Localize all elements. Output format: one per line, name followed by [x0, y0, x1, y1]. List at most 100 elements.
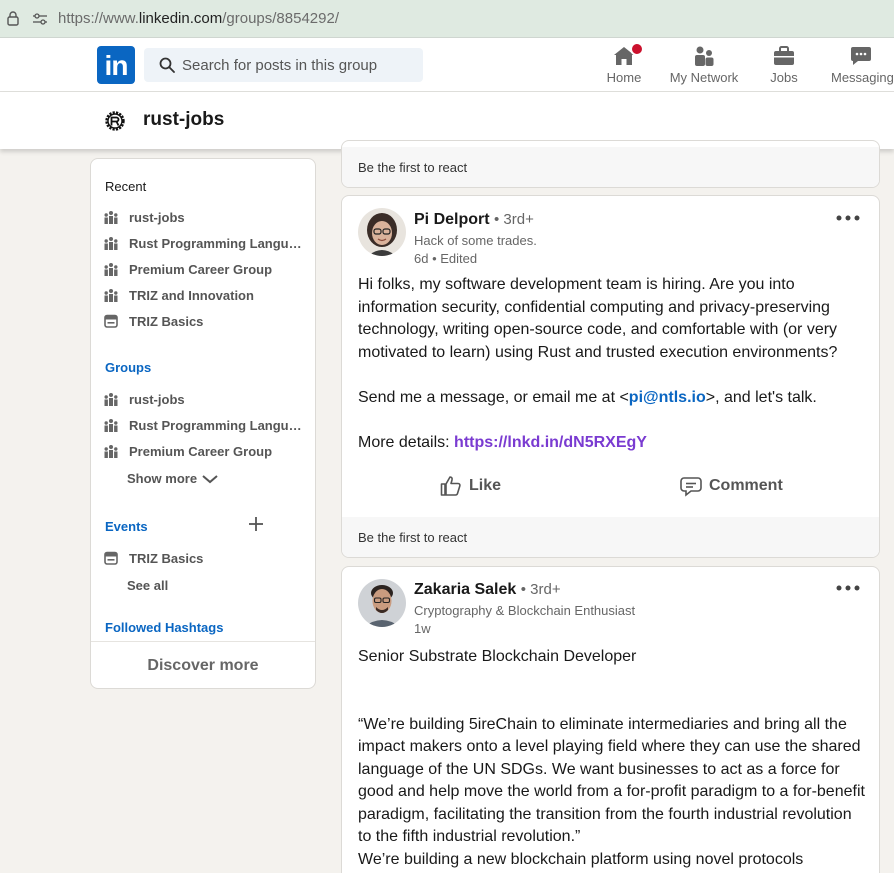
group-item-label: Premium Career Group	[129, 443, 273, 459]
author-name[interactable]: Zakaria Salek	[414, 581, 516, 598]
calendar-icon	[104, 314, 118, 328]
like-icon	[440, 476, 461, 496]
more-options-icon[interactable]	[835, 583, 861, 593]
nav-messaging-label: Messaging	[831, 70, 894, 85]
search-box[interactable]	[144, 48, 423, 82]
show-more-label: Show more	[127, 471, 198, 486]
author-name[interactable]: Pi Delport	[414, 211, 490, 228]
url-text[interactable]: https://www.linkedin.com/groups/8854292/	[58, 10, 339, 27]
comment-label: Comment	[709, 477, 783, 494]
event-item-label: TRIZ Basics	[129, 550, 204, 566]
divider	[91, 641, 315, 642]
notification-badge	[630, 42, 644, 56]
connection-degree: • 3rd+	[494, 211, 534, 228]
post-meta: 6d • Edited	[414, 251, 478, 266]
like-button[interactable]: Like	[439, 474, 501, 498]
post-paragraph: Senior Substrate Blockchain Developer	[358, 648, 637, 665]
nav-home-label: Home	[606, 70, 642, 85]
author-photo	[358, 208, 406, 256]
react-bar: Be the first to react	[342, 147, 879, 187]
nav-my-network-label: My Network	[669, 70, 739, 85]
post-paragraph: “We’re building 5ireChain to eliminate i…	[358, 715, 865, 846]
browser-url-bar[interactable]: https://www.linkedin.com/groups/8854292/	[0, 0, 894, 38]
nav-my-network[interactable]: My Network	[662, 42, 746, 90]
post-text: Send me a message, or email me at <	[358, 388, 629, 406]
sidebar: Recent rust-jobs Rust Programming Langua…	[90, 158, 316, 689]
group-name[interactable]: rust-jobs	[143, 109, 224, 131]
author-headline: Hack of some trades.	[414, 233, 537, 248]
more-options-icon[interactable]	[835, 213, 861, 223]
group-icon	[104, 263, 118, 276]
calendar-icon	[104, 551, 118, 565]
linkedin-logo[interactable]: in	[97, 46, 135, 84]
reactions-summary[interactable]: Be the first to react	[358, 160, 467, 175]
search-icon	[159, 57, 175, 73]
group-item-label: Rust Programming Language	[129, 417, 304, 433]
discover-more-button[interactable]: Discover more	[91, 657, 315, 675]
author-photo	[358, 579, 406, 627]
comment-icon	[680, 477, 702, 497]
recent-item[interactable]: rust-jobs	[104, 206, 304, 228]
post-card: Zakaria Salek • 3rd+ Cryptography & Bloc…	[341, 566, 880, 873]
show-more-button[interactable]: Show more	[127, 471, 219, 486]
recent-item-label: Rust Programming Language	[129, 235, 304, 251]
details-link[interactable]: https://lnkd.in/dN5RXEgY	[454, 434, 647, 451]
comment-button[interactable]: Comment	[679, 474, 783, 498]
recent-item-label: Premium Career Group	[129, 261, 273, 277]
events-heading[interactable]: Events	[105, 519, 148, 534]
recent-item[interactable]: TRIZ Basics	[104, 310, 304, 332]
post-card-previous: Be the first to react	[341, 140, 880, 188]
recent-item-label: TRIZ and Innovation	[129, 287, 254, 303]
email-link[interactable]: pi@ntls.io	[629, 389, 706, 406]
post-card: Pi Delport • 3rd+ Hack of some trades. 6…	[341, 195, 880, 558]
nav-jobs[interactable]: Jobs	[760, 42, 808, 90]
search-input[interactable]	[182, 48, 417, 82]
react-bar: Be the first to react	[342, 517, 879, 557]
briefcase-icon	[774, 46, 794, 65]
post-text: More details:	[358, 433, 455, 451]
nav-messaging[interactable]: Messaging	[828, 42, 894, 90]
plus-icon[interactable]	[247, 515, 265, 533]
post-body: Senior Substrate Blockchain Developer “W…	[358, 646, 868, 871]
group-icon	[104, 289, 118, 302]
network-icon	[695, 46, 714, 66]
followed-hashtags-heading[interactable]: Followed Hashtags	[105, 620, 223, 635]
like-label: Like	[469, 477, 502, 494]
group-icon	[104, 237, 118, 250]
recent-item[interactable]: TRIZ and Innovation	[104, 284, 304, 306]
nav-home[interactable]: Home	[600, 42, 648, 90]
post-paragraph: We’re building a new blockchain platform…	[358, 850, 804, 868]
post-text: >, and let's talk.	[705, 388, 817, 406]
recent-item-label: TRIZ Basics	[129, 313, 204, 329]
post-author[interactable]: Zakaria Salek • 3rd+	[414, 581, 561, 599]
avatar[interactable]	[358, 579, 406, 627]
groups-heading[interactable]: Groups	[105, 360, 151, 375]
avatar[interactable]	[358, 208, 406, 256]
nav-jobs-label: Jobs	[770, 70, 798, 85]
see-all-link[interactable]: See all	[127, 578, 168, 593]
group-icon	[104, 419, 118, 432]
group-icon	[104, 211, 118, 224]
page-settings-icon[interactable]	[32, 12, 48, 26]
recent-item[interactable]: Premium Career Group	[104, 258, 304, 280]
post-paragraph: Send me a message, or email me at <pi@nt…	[358, 387, 868, 410]
group-icon	[104, 445, 118, 458]
group-item[interactable]: rust-jobs	[104, 388, 304, 410]
connection-degree: • 3rd+	[520, 581, 561, 598]
reactions-summary[interactable]: Be the first to react	[358, 530, 467, 545]
group-icon	[104, 393, 118, 406]
recent-item[interactable]: Rust Programming Language	[104, 232, 304, 254]
post-author[interactable]: Pi Delport • 3rd+	[414, 211, 534, 229]
post-paragraph: More details: https://lnkd.in/dN5RXEgY	[358, 432, 868, 455]
global-nav: in Home My Network Jobs Messaging	[0, 38, 894, 92]
event-item[interactable]: TRIZ Basics	[104, 547, 304, 569]
lock-icon[interactable]	[7, 10, 19, 26]
post-body: Hi folks, my software development team i…	[358, 274, 868, 454]
recent-heading: Recent	[105, 179, 147, 194]
post-meta: 1w	[414, 621, 431, 636]
group-item[interactable]: Premium Career Group	[104, 440, 304, 462]
rust-logo-icon	[105, 111, 125, 131]
post-paragraph: Hi folks, my software development team i…	[358, 276, 838, 361]
author-headline: Cryptography & Blockchain Enthusiast	[414, 603, 636, 618]
group-item[interactable]: Rust Programming Language	[104, 414, 304, 436]
